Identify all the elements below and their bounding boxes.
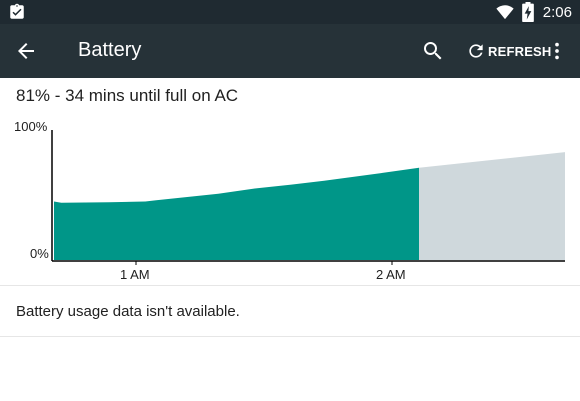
history-area [54, 167, 419, 260]
refresh-button[interactable]: REFRESH [466, 37, 552, 65]
divider-top [0, 285, 580, 286]
y-label-0: 0% [30, 246, 49, 261]
wifi-icon [496, 5, 514, 20]
x-tick-label-1am: 1 AM [120, 267, 150, 282]
status-right-group: 2:06 [495, 0, 572, 24]
refresh-icon [469, 44, 483, 58]
status-time: 2:06 [542, 3, 572, 21]
clipboard-check-icon [10, 3, 24, 19]
toolbar: Battery REFRESH [0, 24, 580, 78]
divider-bottom [0, 336, 580, 337]
page-title: Battery [78, 39, 142, 61]
battery-charging-icon [521, 2, 534, 22]
battery-status-text: 81% - 34 mins until full on AC [16, 86, 239, 105]
arrow-back-icon[interactable] [14, 39, 38, 63]
usage-message: Battery usage data isn't available. [16, 303, 240, 320]
status-bar: 2:06 [0, 0, 580, 24]
projection-area [419, 152, 565, 260]
plot-area [51, 130, 565, 265]
search-icon[interactable] [421, 39, 445, 63]
battery-history-chart: 100% 0% 1 AM 2 AM [14, 119, 565, 282]
refresh-label: REFRESH [488, 43, 552, 59]
x-tick-label-2am: 2 AM [376, 267, 406, 282]
more-vert-icon[interactable] [546, 39, 568, 63]
y-label-100: 100% [14, 119, 48, 134]
